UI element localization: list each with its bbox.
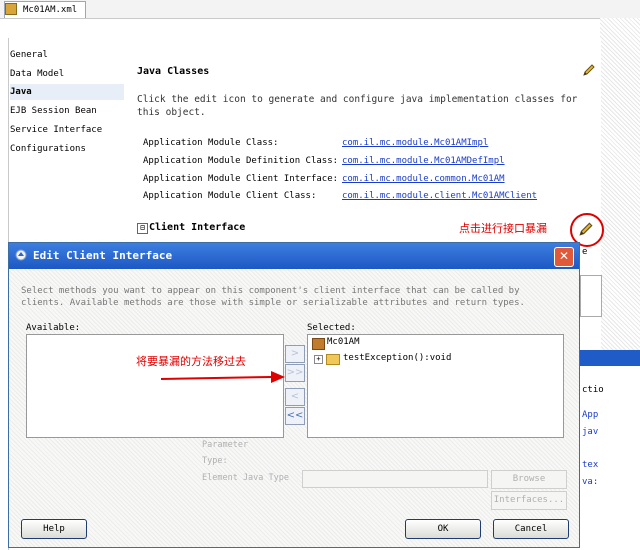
annotation-expose-interface: 点击进行接口暴漏: [459, 222, 547, 235]
tree-root-node[interactable]: Mc01AM: [327, 337, 360, 347]
cancel-button[interactable]: Cancel: [493, 519, 569, 539]
tree-method-node[interactable]: testException():void: [343, 353, 451, 363]
available-label: Available:: [26, 323, 81, 333]
peek-text-va: va:: [582, 477, 599, 487]
red-arrow-icon: [160, 371, 285, 383]
element-java-type-field[interactable]: [302, 470, 488, 488]
peek-panel: [580, 350, 640, 550]
help-button[interactable]: Help: [21, 519, 87, 539]
am-client-interface-link[interactable]: com.il.mc.module.common.Mc01AM: [342, 174, 505, 184]
am-class-label: Application Module Class:: [143, 138, 279, 148]
peek-text-e: e: [582, 247, 588, 257]
app-module-icon: [312, 338, 325, 350]
nav-item-java[interactable]: Java: [10, 87, 32, 97]
element-java-type-label: Element Java Type: [202, 473, 289, 483]
dialog-description: Select methods you want to appear on thi…: [21, 286, 525, 308]
selected-tree[interactable]: [307, 334, 564, 438]
java-classes-description: Click the edit icon to generate and conf…: [137, 94, 578, 118]
am-class-link[interactable]: com.il.mc.module.Mc01AMImpl: [342, 138, 488, 148]
edit-pencil-icon: [579, 222, 593, 236]
nav-item-ejb-session-bean[interactable]: EJB Session Bean: [10, 106, 97, 116]
selected-label: Selected:: [307, 323, 356, 333]
xml-file-icon: [5, 3, 17, 15]
peek-text-tex: tex: [582, 460, 599, 470]
editor-tab-strip: [0, 0, 640, 19]
parameter-label: Parameter: [202, 440, 249, 450]
am-client-class-link[interactable]: com.il.mc.module.client.Mc01AMClient: [342, 191, 537, 201]
peek-text-ctio: ctio: [582, 385, 604, 395]
peek-text-box: [580, 275, 602, 317]
nav-item-configurations[interactable]: Configurations: [10, 144, 86, 154]
file-tab-label: Mc01AM.xml: [23, 5, 78, 15]
nav-item-data-model[interactable]: Data Model: [10, 69, 64, 79]
java-classes-heading: Java Classes: [137, 66, 210, 77]
am-client-interface-label: Application Module Client Interface:: [143, 174, 339, 184]
interfaces-button[interactable]: Interfaces...: [491, 491, 567, 510]
am-def-class-label: Application Module Definition Class:: [143, 156, 339, 166]
peek-panel-header: [580, 350, 640, 366]
edit-client-interface-dialog: Edit Client Interface ✕ Select methods y…: [8, 242, 580, 548]
peek-text-app: App: [582, 410, 599, 420]
am-def-class-link[interactable]: com.il.mc.module.Mc01AMDefImpl: [342, 156, 505, 166]
type-label: Type:: [202, 456, 228, 466]
nav-item-service-interface[interactable]: Service Interface: [10, 125, 102, 135]
ok-button[interactable]: OK: [405, 519, 481, 539]
nav-item-general[interactable]: General: [10, 50, 48, 60]
client-interface-heading: Client Interface: [149, 222, 246, 233]
dialog-titlebar[interactable]: Edit Client Interface ✕: [9, 243, 579, 269]
folder-icon: [326, 354, 340, 365]
jdev-app-icon: [15, 249, 27, 261]
tree-expand-icon[interactable]: +: [314, 355, 323, 364]
dialog-title: Edit Client Interface: [33, 249, 173, 262]
client-interface-collapse-toggle[interactable]: ⊟: [137, 223, 148, 234]
move-all-left-button[interactable]: <<: [285, 407, 305, 425]
peek-text-jav: jav: [582, 427, 599, 437]
am-client-class-label: Application Module Client Class:: [143, 191, 317, 201]
edit-pencil-icon[interactable]: [582, 63, 596, 77]
browse-button[interactable]: Browse: [491, 470, 567, 489]
close-button[interactable]: ✕: [554, 247, 574, 267]
